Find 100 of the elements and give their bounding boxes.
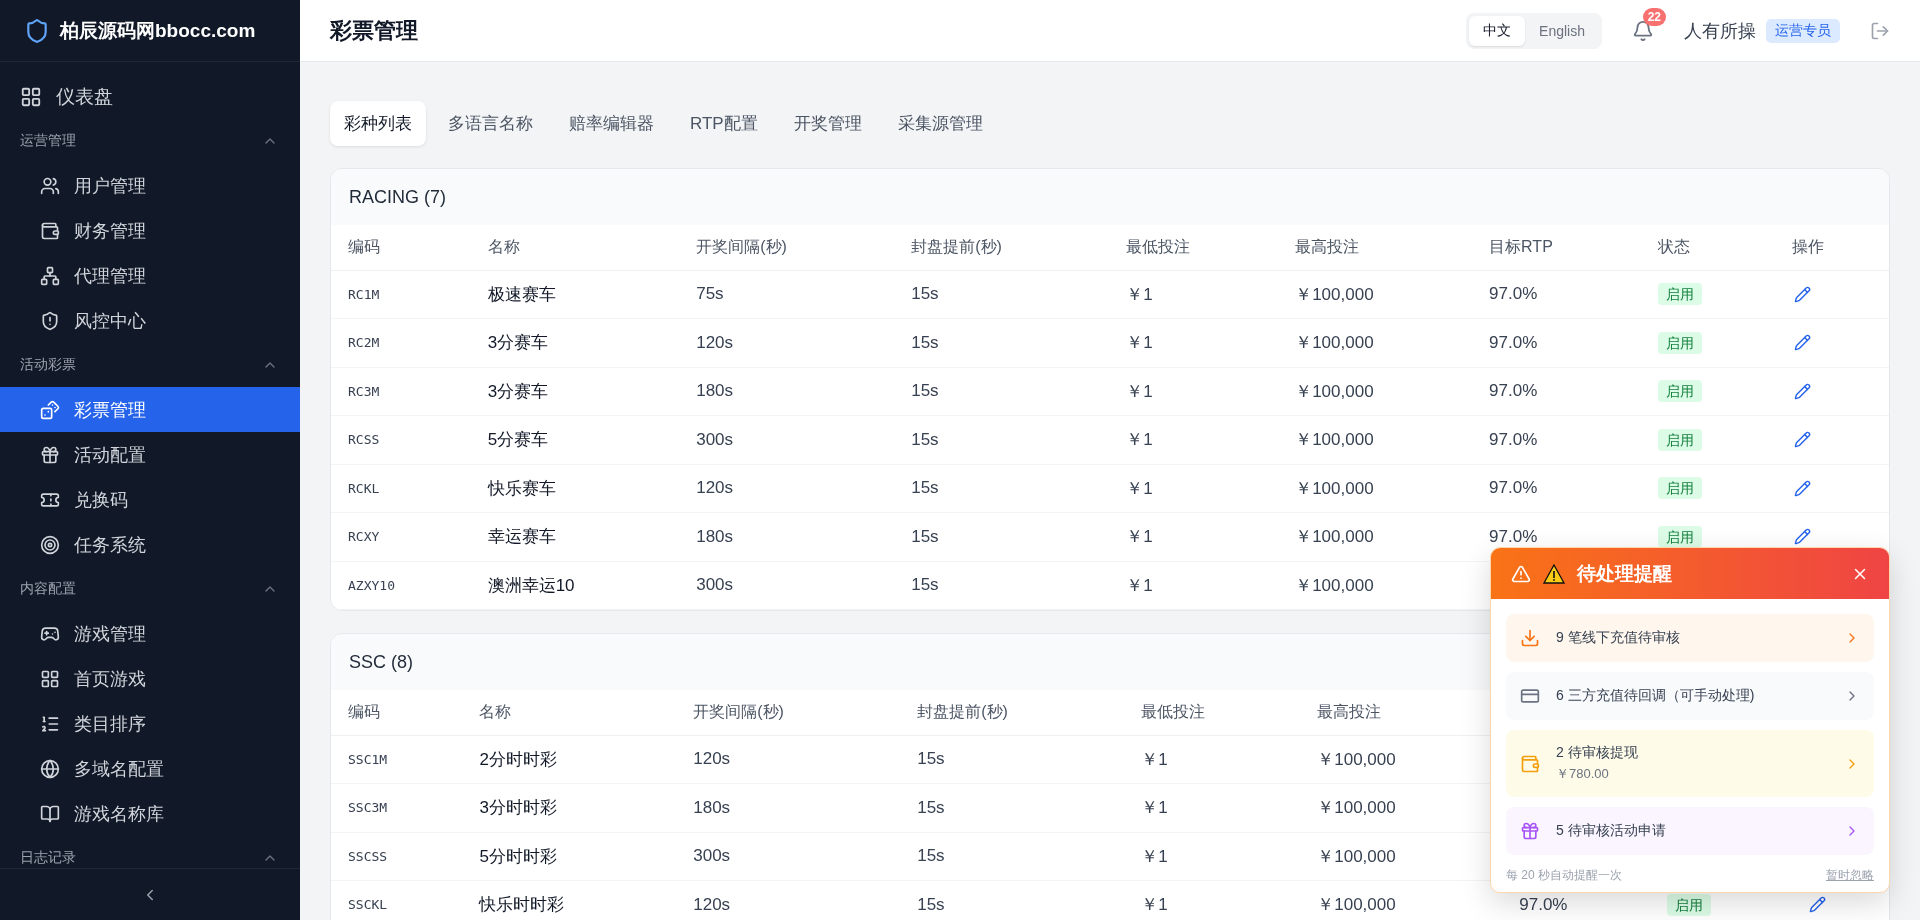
status-tag: 启用 [1666,893,1711,916]
nav-item[interactable]: 类目排序 [0,701,300,746]
table-cell: ￥1 [1141,895,1168,915]
column-header: 开奖间隔(秒) [693,702,784,720]
table-cell: ￥1 [1126,575,1153,595]
table-cell: 2分时时彩 [479,749,557,769]
role-tag: 运营专员 [1766,18,1840,43]
table-cell: RCXY [348,529,380,545]
table-cell: SSC1M [348,751,388,767]
column-header: 最高投注 [1317,702,1382,720]
table-cell: ￥100,000 [1295,527,1374,547]
nav-item[interactable]: 兑换码 [0,477,300,522]
table-cell: AZXY10 [348,577,395,593]
card-icon [1520,686,1540,706]
table-cell: 97.0% [1489,381,1538,401]
table-cell: 3分赛车 [487,381,549,401]
table-cell: RC1M [348,286,380,302]
table-cell: ￥100,000 [1295,284,1374,304]
table-cell: 180s [696,381,734,401]
tab[interactable]: 开奖管理 [779,101,876,146]
dice-icon [40,399,60,420]
dashboard-icon [20,85,42,108]
column-header: 编码 [348,237,380,255]
table-cell: 15s [911,478,939,498]
table-cell: ￥1 [1126,430,1153,450]
nav-item[interactable]: 仪表盘 [0,74,300,119]
table-cell: SSC3M [348,800,388,816]
card-title: SSC (8) [349,651,413,673]
status-tag: 启用 [1657,283,1702,306]
nav-item[interactable]: 游戏管理 [0,611,300,656]
table-cell: 极速赛车 [487,284,556,304]
reminder-item[interactable]: 9 笔线下充值待审核 [1506,614,1874,662]
table-cell: 97.0% [1519,894,1568,914]
table-cell: ￥100,000 [1317,846,1396,866]
warning-icon [1543,563,1565,584]
column-header: 最低投注 [1126,237,1191,255]
nav-item[interactable]: 风控中心 [0,298,300,343]
pencil-icon [1794,431,1812,449]
nav-item[interactable]: 任务系统 [0,522,300,567]
table-cell: ￥100,000 [1317,749,1396,769]
section-title: 内容配置 [20,580,76,598]
tab[interactable]: 多语言名称 [434,101,547,146]
section-title: 活动彩票 [20,356,76,374]
table-cell: 5分时时彩 [479,846,557,866]
table-cell: ￥1 [1141,846,1168,866]
table-cell: 97.0% [1489,429,1538,449]
table-cell: 300s [693,846,731,866]
table-cell: 15s [917,894,945,914]
table-cell: RCSS [348,432,380,448]
table-cell: 97.0% [1489,478,1538,498]
column-header: 封盘提前(秒) [917,702,1008,720]
bell-icon[interactable] [1632,19,1654,42]
status-tag: 启用 [1657,525,1702,548]
table-cell: 97.0% [1489,284,1538,304]
table-cell: RCKL [348,480,380,496]
tab[interactable]: 采集源管理 [883,101,997,146]
table-cell: 180s [696,526,734,546]
table-cell: RC2M [348,335,380,351]
table-cell: 75s [696,284,724,304]
table-cell: 120s [693,749,731,769]
table-cell: 15s [911,381,939,401]
nav-item[interactable]: 游戏名称库 [0,791,300,836]
table-cell: 180s [693,797,731,817]
nav-item[interactable]: 首页游戏 [0,656,300,701]
table-cell: 3分赛车 [487,333,549,353]
nav-item[interactable]: 代理管理 [0,253,300,298]
wallet-icon [1520,753,1540,774]
tab[interactable]: RTP配置 [676,101,772,146]
gift-icon [1520,821,1540,841]
language-option[interactable]: 中文 [1469,15,1526,46]
language-option[interactable]: English [1525,15,1599,46]
nav-item[interactable]: 用户管理 [0,163,300,208]
table-cell: 幸运赛车 [487,527,556,547]
column-header: 名称 [479,702,512,720]
reminder-item[interactable]: 5 待审核活动申请 [1506,807,1874,855]
pencil-icon [1794,382,1812,400]
pencil-icon [1794,285,1812,303]
table-cell: ￥1 [1126,381,1153,401]
table-cell: 15s [917,797,945,817]
reminder-item[interactable]: 2 待审核提现 ￥780.00 [1506,730,1874,797]
nav-item[interactable]: 彩票管理 [0,387,300,432]
logo-text: 柏辰源码网bbocc.com [60,18,256,43]
table-cell: SSCKL [348,897,388,913]
table-cell: 15s [911,429,939,449]
reminder-item[interactable]: 6 三方充值待回调（可手动处理) [1506,672,1874,720]
reminder-text: 5 待审核活动申请 [1556,822,1667,840]
notification-badge: 22 [1642,7,1666,26]
tab[interactable]: 彩种列表 [330,101,426,146]
nav-item[interactable]: 多域名配置 [0,746,300,791]
section-title: 运营管理 [20,132,76,150]
footer-note: 每 20 秒自动提醒一次 [1506,867,1622,884]
table-cell: ￥100,000 [1317,895,1396,915]
nav-item[interactable]: 活动配置 [0,432,300,477]
tab[interactable]: 赔率编辑器 [555,101,668,146]
table-cell: SSCSS [348,848,388,864]
column-header: 封盘提前(秒) [911,237,1002,255]
reminder-text: 9 笔线下充值待审核 [1556,629,1681,647]
pencil-icon [1794,334,1812,352]
column-header: 最低投注 [1141,702,1206,720]
nav-item[interactable]: 财务管理 [0,208,300,253]
